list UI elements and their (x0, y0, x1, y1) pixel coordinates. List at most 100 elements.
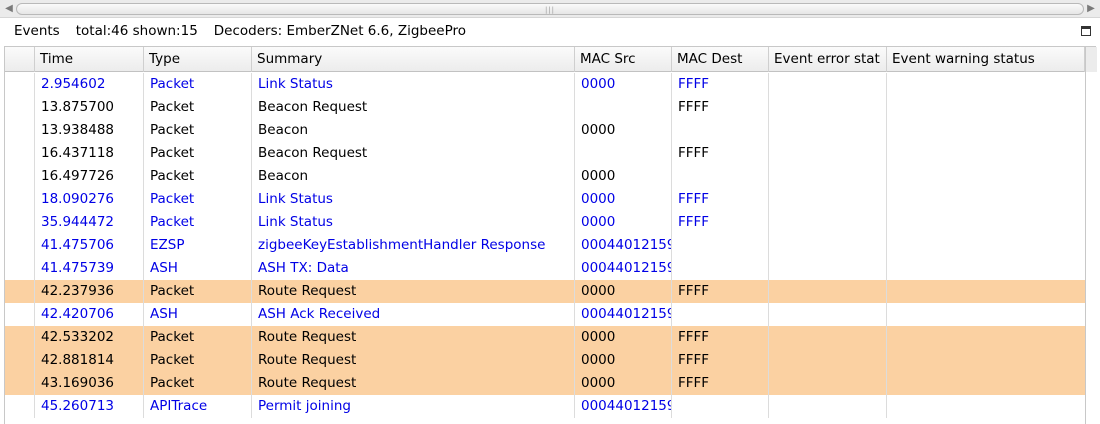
type-cell: EZSP (144, 234, 252, 257)
event-warning-cell (887, 142, 1085, 165)
event-count-label: total:46 shown:15 (75, 23, 198, 39)
column-header-event-warning-status[interactable]: Event warning status (887, 47, 1085, 72)
row-marker-cell (5, 165, 35, 188)
mac-src-cell: 0000 (575, 349, 672, 372)
mac-dest-cell: FFFF (672, 73, 769, 96)
mac-src-cell: 0000 (575, 73, 672, 96)
table-row[interactable]: 13.875700 Packet Beacon Request FFFF (5, 96, 1085, 119)
table-row[interactable]: 35.944472 Packet Link Status 0000 FFFF (5, 211, 1085, 234)
mac-src-cell: 0000 (575, 372, 672, 395)
vertical-scrollbar[interactable] (1085, 47, 1097, 72)
table-row[interactable]: 45.260713 APITrace Permit joining 000440121… (5, 395, 1085, 418)
time-cell: 41.475739 (35, 257, 144, 280)
event-error-cell (769, 211, 887, 234)
table-row[interactable]: 16.497726 Packet Beacon 0000 (5, 165, 1085, 188)
maximize-icon[interactable] (1081, 26, 1091, 36)
mac-src-cell: 000440121597 (575, 234, 672, 257)
table-row[interactable]: 41.475706 EZSP zigbeeKeyEstablishmentHandl… (5, 234, 1085, 257)
column-header-type[interactable]: Type (144, 47, 252, 72)
time-cell: 42.533202 (35, 326, 144, 349)
time-cell: 16.497726 (35, 165, 144, 188)
scroll-right-arrow-icon[interactable]: ▶ (1084, 2, 1098, 16)
mac-src-cell: 000440121597 (575, 303, 672, 326)
summary-cell: ASH TX: Data (252, 257, 575, 280)
event-error-cell (769, 119, 887, 142)
table-row[interactable]: 42.237936 Packet Route Request 0000 FFFF (5, 280, 1085, 303)
time-cell: 41.475706 (35, 234, 144, 257)
time-cell: 13.938488 (35, 119, 144, 142)
event-warning-cell (887, 96, 1085, 119)
column-header-summary[interactable]: Summary (252, 47, 575, 72)
mac-dest-cell (672, 303, 769, 326)
mac-src-cell: 000440121597 (575, 395, 672, 418)
summary-cell: Link Status (252, 73, 575, 96)
summary-cell: Route Request (252, 280, 575, 303)
summary-cell: Link Status (252, 211, 575, 234)
row-marker-cell (5, 119, 35, 142)
type-cell: APITrace (144, 395, 252, 418)
column-header-event-error-status[interactable]: Event error stat (769, 47, 887, 72)
table-row[interactable]: 42.881814 Packet Route Request 0000 FFFF (5, 349, 1085, 372)
mac-dest-cell: FFFF (672, 96, 769, 119)
mac-src-cell: 0000 (575, 119, 672, 142)
type-cell: Packet (144, 326, 252, 349)
events-table: Time Type Summary MAC Src MAC Dest Event… (4, 46, 1097, 424)
column-header-marker[interactable] (5, 47, 35, 72)
table-row[interactable]: 2.954602 Packet Link Status 0000 FFFF (5, 73, 1085, 96)
summary-cell: Route Request (252, 372, 575, 395)
table-row[interactable]: 43.169036 Packet Route Request 0000 FFFF (5, 372, 1085, 395)
summary-cell: ASH Ack Received (252, 303, 575, 326)
table-row[interactable]: 42.420706ASHASH Ack Received000440121597 (5, 303, 1085, 326)
mac-src-cell: 0000 (575, 326, 672, 349)
time-cell: 45.260713 (35, 395, 144, 418)
event-warning-cell (887, 73, 1085, 96)
event-warning-cell (887, 188, 1085, 211)
time-cell: 2.954602 (35, 73, 144, 96)
events-label: Events (14, 23, 60, 39)
table-row[interactable]: 18.090276 Packet Link Status 0000 FFFF (5, 188, 1085, 211)
summary-cell: Route Request (252, 349, 575, 372)
scrollbar-track[interactable]: ||| (16, 3, 1084, 15)
mac-src-cell (575, 96, 672, 119)
mac-dest-cell: FFFF (672, 326, 769, 349)
column-header-mac-dest[interactable]: MAC Dest (672, 47, 769, 72)
table-row[interactable]: 41.475739ASHASH TX: Data000440121597 (5, 257, 1085, 280)
event-error-cell (769, 280, 887, 303)
row-marker-cell (5, 280, 35, 303)
time-cell: 42.420706 (35, 303, 144, 326)
table-header: Time Type Summary MAC Src MAC Dest Event… (5, 47, 1085, 72)
event-error-cell (769, 73, 887, 96)
column-header-mac-src[interactable]: MAC Src (575, 47, 672, 72)
mac-src-cell: 000440121597 (575, 257, 672, 280)
column-header-time[interactable]: Time (35, 47, 144, 72)
event-error-cell (769, 326, 887, 349)
summary-cell: Beacon (252, 119, 575, 142)
time-cell: 42.881814 (35, 349, 144, 372)
mac-dest-cell: FFFF (672, 372, 769, 395)
row-marker-cell (5, 96, 35, 119)
horizontal-scrollbar[interactable]: ◀ ||| ▶ (0, 0, 1100, 18)
time-cell: 13.875700 (35, 96, 144, 119)
time-cell: 43.169036 (35, 372, 144, 395)
summary-cell: Beacon (252, 165, 575, 188)
row-marker-cell (5, 73, 35, 96)
scroll-left-arrow-icon[interactable]: ◀ (2, 2, 16, 16)
mac-src-cell: 0000 (575, 188, 672, 211)
table-row[interactable]: 13.938488 Packet Beacon 0000 (5, 119, 1085, 142)
scrollbar-thumb[interactable]: ||| (16, 3, 1084, 15)
row-marker-cell (5, 372, 35, 395)
table-row[interactable]: 16.437118 Packet Beacon Request FFFF (5, 142, 1085, 165)
event-error-cell (769, 349, 887, 372)
mac-dest-cell: FFFF (672, 142, 769, 165)
summary-cell: zigbeeKeyEstablishmentHandler Response (252, 234, 575, 257)
table-row[interactable]: 42.533202 Packet Route Request 0000 FFFF (5, 326, 1085, 349)
type-cell: Packet (144, 349, 252, 372)
event-warning-cell (887, 303, 1085, 326)
event-warning-cell (887, 165, 1085, 188)
table-right-border (1085, 47, 1086, 424)
mac-dest-cell: FFFF (672, 188, 769, 211)
type-cell: Packet (144, 372, 252, 395)
mac-dest-cell: FFFF (672, 280, 769, 303)
type-cell: Packet (144, 96, 252, 119)
event-warning-cell (887, 211, 1085, 234)
